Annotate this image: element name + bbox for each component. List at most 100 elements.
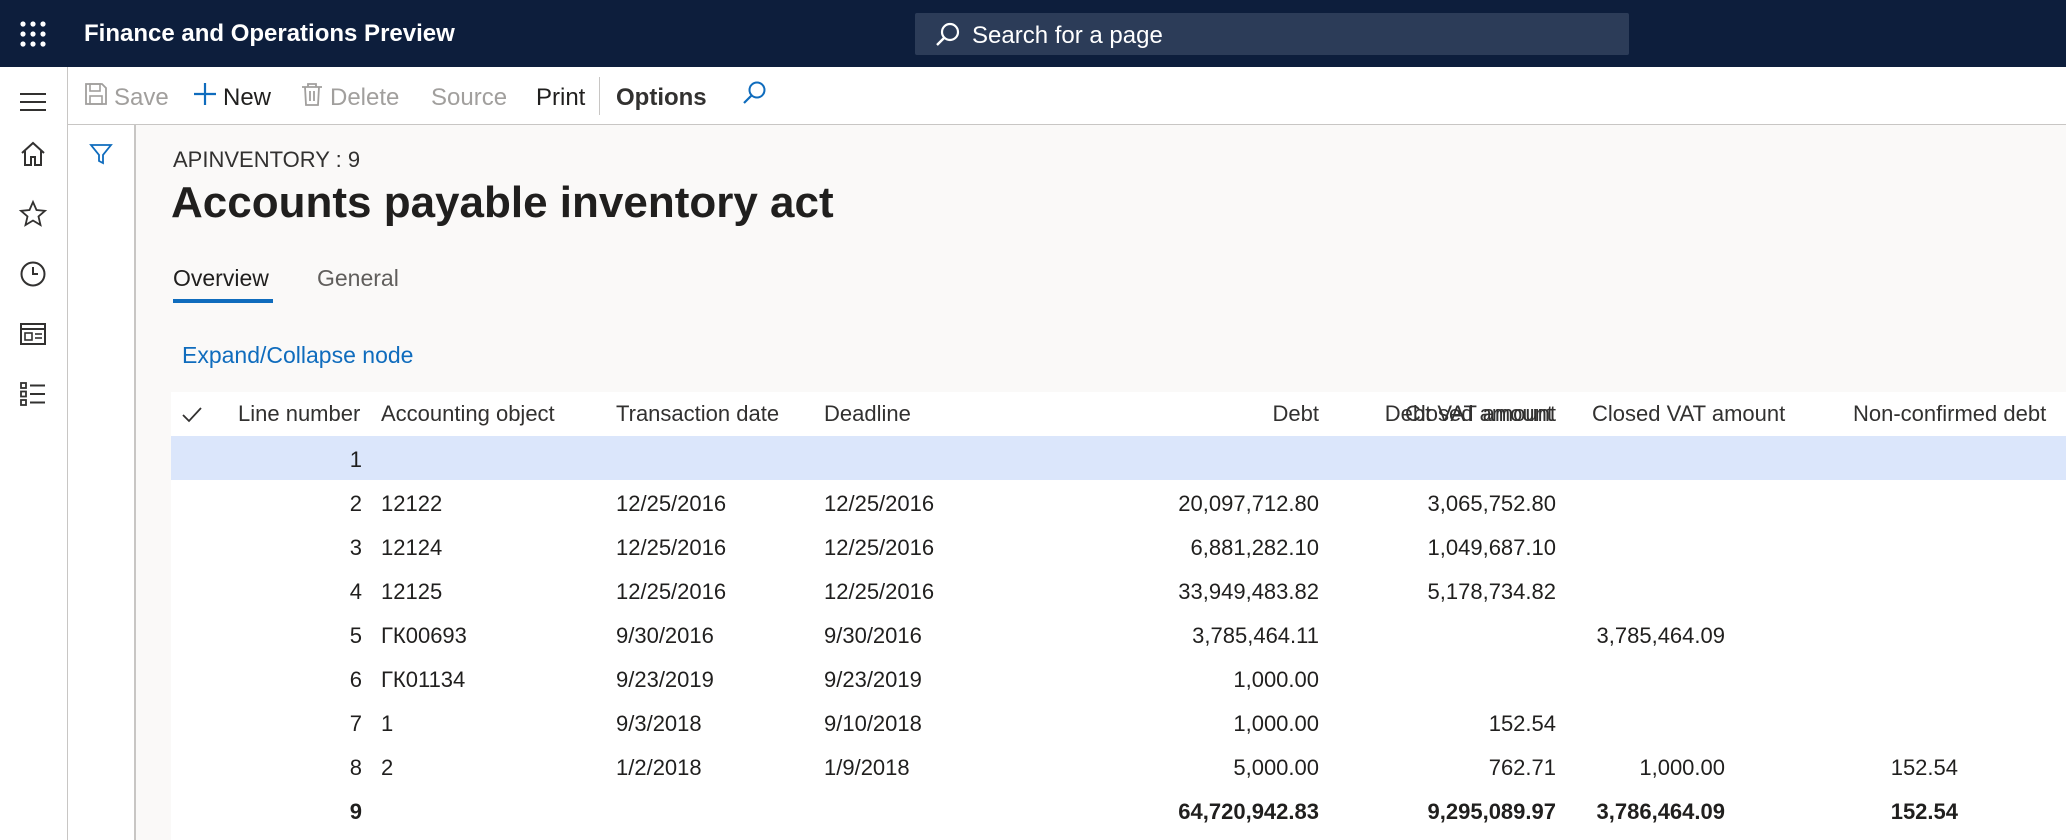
workspaces-icon[interactable]: [18, 319, 48, 349]
cell-debt: 64,720,942.83: [1178, 799, 1319, 824]
cell-debt-vat-amount: 1,049,687.10: [1427, 535, 1556, 560]
cell-transaction-date: 9/30/2016: [616, 623, 714, 648]
active-tab-indicator: [173, 299, 273, 303]
navigation-pane: [0, 67, 68, 840]
table-row[interactable]: 6 ГК01134 9/23/2019 9/23/2019 1,000.00: [171, 656, 2066, 700]
cell-accounting-object: 2: [381, 755, 394, 780]
table-row[interactable]: 5 ГК00693 9/30/2016 9/30/2016 3,785,464.11 3,…: [171, 612, 2066, 656]
totals-row[interactable]: 9 64,720,942.83 9,295,089.97 3,786,464.09 15…: [171, 788, 2066, 832]
save-icon: [85, 83, 107, 105]
table-row[interactable]: 1: [171, 436, 2066, 480]
cell-transaction-date: 9/3/2018: [616, 711, 702, 736]
column-header-non-confirmed-debt[interactable]: Non-confirmed debt: [1853, 401, 2046, 427]
cell-accounting-object: 12124: [381, 535, 443, 560]
table-row[interactable]: 8 2 1/2/2018 1/9/2018 5,000.00 762.71 1,000.00…: [171, 744, 2066, 788]
cell-transaction-date: 12/25/2016: [616, 491, 727, 516]
cell-line-number: 1: [349, 447, 362, 472]
cell-debt: 6,881,282.10: [1190, 535, 1319, 560]
expand-collapse-link[interactable]: Expand/Collapse node: [182, 342, 413, 369]
column-header-closed-vat-amount[interactable]: Closed VAT amount: [1592, 401, 1785, 427]
column-header-accounting-object[interactable]: Accounting object: [381, 401, 555, 427]
cell-transaction-date: 9/23/2019: [616, 667, 714, 692]
table-row[interactable]: 4 12125 12/25/2016 12/25/2016 33,949,483.82 5…: [171, 568, 2066, 612]
cell-deadline: 1/9/2018: [824, 755, 910, 780]
home-icon[interactable]: [18, 139, 48, 169]
app-launcher-icon[interactable]: [19, 20, 47, 48]
cell-transaction-date: 1/2/2018: [616, 755, 702, 780]
search-box[interactable]: Search for a page: [915, 13, 1629, 55]
select-all-checkmark-icon[interactable]: [181, 404, 203, 426]
filter-pane: [68, 67, 136, 840]
inventory-grid: Line number Accounting object Transactio…: [171, 392, 2066, 840]
cell-accounting-object: 1: [381, 711, 394, 736]
save-button[interactable]: Save: [114, 84, 169, 112]
table-row[interactable]: 7 1 9/3/2018 9/10/2018 1,000.00 152.54: [171, 700, 2066, 744]
cell-debt-vat-amount: 762.71: [1488, 755, 1556, 780]
cell-debt: 1,000.00: [1233, 711, 1319, 736]
cell-accounting-object: 12122: [381, 491, 443, 516]
cell-closed-vat-amount: 152.54: [1890, 755, 1958, 780]
favorites-star-icon[interactable]: [18, 199, 48, 229]
cell-line-number: 9: [349, 799, 362, 824]
cell-closed-vat-amount: 152.54: [1890, 799, 1958, 824]
action-separator: [599, 77, 600, 115]
cell-deadline: 9/10/2018: [824, 711, 922, 736]
cell-line-number: 7: [349, 711, 362, 736]
top-bar: Finance and Operations Preview Search fo…: [0, 0, 2066, 67]
table-row[interactable]: 3 12124 12/25/2016 12/25/2016 6,881,282.10 1,…: [171, 524, 2066, 568]
modules-list-icon[interactable]: [18, 379, 48, 409]
source-button[interactable]: Source: [431, 84, 507, 112]
action-pane: Save New Delete Source Print Options: [68, 67, 2066, 125]
cell-line-number: 2: [349, 491, 362, 516]
cell-deadline: 12/25/2016: [824, 535, 935, 560]
cell-debt: 20,097,712.80: [1178, 491, 1319, 516]
cell-debt: 5,000.00: [1233, 755, 1319, 780]
print-button[interactable]: Print: [536, 84, 585, 112]
cell-debt: 3,785,464.11: [1192, 623, 1319, 648]
table-row[interactable]: 2 12122 12/25/2016 12/25/2016 20,097,712.80 3…: [171, 480, 2066, 524]
cell-line-number: 8: [349, 755, 362, 780]
cell-deadline: 12/25/2016: [824, 491, 935, 516]
cell-line-number: 4: [349, 579, 362, 604]
cell-accounting-object: ГК00693: [381, 623, 467, 648]
cell-debt-vat-amount: 3,065,752.80: [1427, 491, 1556, 516]
recent-clock-icon[interactable]: [18, 259, 48, 289]
search-icon[interactable]: [740, 80, 768, 108]
column-header-transaction-date[interactable]: Transaction date: [616, 401, 779, 427]
delete-button[interactable]: Delete: [330, 84, 399, 112]
tab-overview[interactable]: Overview: [173, 265, 269, 292]
cell-debt-vat-amount: 5,178,734.82: [1427, 579, 1556, 604]
record-breadcrumb: APINVENTORY : 9: [173, 147, 361, 172]
page-title: Accounts payable inventory act: [171, 178, 834, 227]
grid-header: Line number Accounting object Transactio…: [171, 392, 2066, 436]
delete-trash-icon: [302, 83, 322, 106]
new-plus-icon: [194, 83, 216, 105]
tab-general[interactable]: General: [317, 265, 399, 292]
search-icon: [936, 22, 960, 46]
cell-line-number: 5: [349, 623, 362, 648]
cell-closed-amount: 3,785,464.09: [1596, 623, 1725, 648]
new-button[interactable]: New: [223, 84, 271, 112]
column-header-deadline[interactable]: Deadline: [824, 401, 911, 427]
cell-accounting-object: ГК01134: [381, 667, 466, 692]
cell-deadline: 12/25/2016: [824, 579, 935, 604]
cell-debt: 1,000.00: [1233, 667, 1319, 692]
cell-debt: 33,949,483.82: [1178, 579, 1319, 604]
hamburger-menu-icon[interactable]: [18, 87, 48, 117]
column-header-closed-amount[interactable]: Closed amount: [1405, 401, 1553, 427]
app-title[interactable]: Finance and Operations Preview: [84, 20, 455, 48]
cell-line-number: 3: [349, 535, 362, 560]
cell-accounting-object: 12125: [381, 579, 443, 604]
cell-closed-amount: 3,786,464.09: [1596, 799, 1725, 824]
cell-transaction-date: 12/25/2016: [616, 579, 727, 604]
cell-deadline: 9/30/2016: [824, 623, 922, 648]
column-header-line-number[interactable]: Line number: [238, 401, 360, 427]
cell-closed-amount: 1,000.00: [1639, 755, 1725, 780]
search-placeholder: Search for a page: [972, 22, 1163, 49]
options-button[interactable]: Options: [616, 84, 707, 112]
cell-line-number: 6: [349, 667, 362, 692]
cell-deadline: 9/23/2019: [824, 667, 922, 692]
cell-transaction-date: 12/25/2016: [616, 535, 727, 560]
cell-debt-vat-amount: 9,295,089.97: [1427, 799, 1556, 824]
filter-icon[interactable]: [88, 141, 114, 167]
